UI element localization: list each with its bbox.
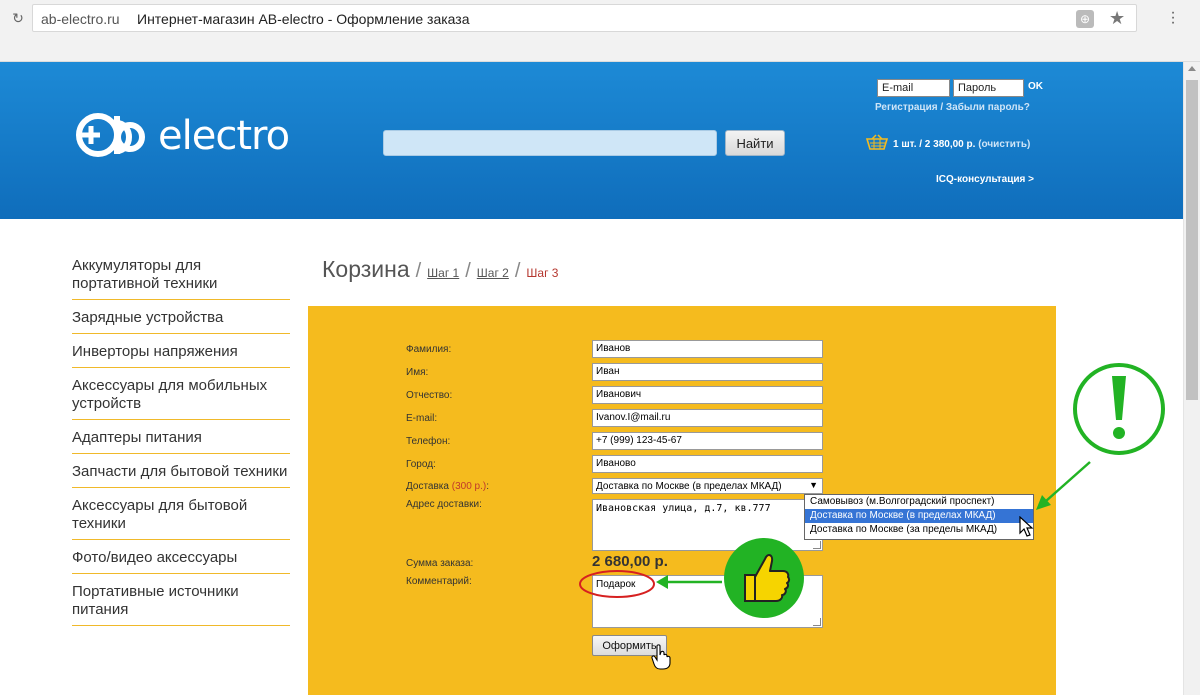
login-email-field[interactable]: [877, 79, 950, 97]
sidebar-item-photo-video[interactable]: Фото/видео аксессуары: [72, 540, 290, 574]
delivery-selected-value: Доставка по Москве (в пределах МКАД): [596, 481, 782, 492]
sidebar-item-power-banks[interactable]: Портативные источники питания: [72, 574, 290, 626]
hand-pointer-icon: [651, 644, 671, 670]
address-label: Адрес доставки:: [406, 499, 482, 510]
phone-label: Телефон:: [406, 436, 451, 447]
order-form: Фамилия: Иванов Имя: Иван Отчество: Иван…: [308, 306, 1056, 695]
bookmark-star-icon[interactable]: ★: [1109, 8, 1125, 29]
sidebar-item-inverters[interactable]: Инверторы напряжения: [72, 334, 290, 368]
basket-icon[interactable]: [866, 134, 888, 150]
sidebar-item-appliance-accessories[interactable]: Аксессуары для бытовой техники: [72, 488, 290, 540]
comment-value: Подарок: [596, 579, 636, 590]
delivery-label: Доставка (300 р.):: [406, 481, 489, 492]
last-name-field[interactable]: Иванов: [592, 340, 823, 358]
phone-field[interactable]: +7 (999) 123-45-67: [592, 432, 823, 450]
breadcrumb: Корзина / Шаг 1/Шаг 2/Шаг 3: [322, 256, 558, 283]
register-link[interactable]: Регистрация: [875, 102, 938, 113]
delivery-label-colon: :: [486, 481, 489, 492]
page-scrollbar[interactable]: [1183, 62, 1200, 695]
dropdown-arrow-icon[interactable]: ▼: [809, 480, 818, 490]
icq-consultation-link[interactable]: ICQ-консультация >: [936, 174, 1034, 185]
breadcrumb-separator: /: [465, 260, 471, 282]
cart-summary: 1 шт. / 2 380,00 р. (очистить): [893, 139, 1030, 150]
cart-heading: Корзина: [322, 256, 410, 282]
delivery-option-inside-mkad[interactable]: Доставка по Москве (в пределах МКАД): [805, 509, 1033, 523]
sidebar-item-appliance-parts[interactable]: Запчасти для бытовой техники: [72, 454, 290, 488]
city-label: Город:: [406, 459, 436, 470]
search-input[interactable]: [383, 130, 717, 156]
total-label: Сумма заказа:: [406, 558, 474, 569]
scroll-up-arrow-icon[interactable]: [1188, 66, 1196, 71]
delivery-option-outside-mkad[interactable]: Доставка по Москве (за пределы МКАД): [805, 523, 1033, 537]
forgot-password-link[interactable]: Забыли пароль?: [946, 102, 1030, 113]
browser-menu-icon[interactable]: · · ·: [1170, 5, 1176, 31]
address-value: Ивановская улица, д.7, кв.777: [596, 503, 771, 514]
sidebar-item-chargers[interactable]: Зарядные устройства: [72, 300, 290, 334]
auth-separator: /: [937, 102, 946, 113]
sidebar-item-power-adapters[interactable]: Адаптеры питания: [72, 420, 290, 454]
delivery-option-pickup[interactable]: Самовывоз (м.Волгоградский проспект): [805, 495, 1033, 509]
sidebar-item-mobile-accessories[interactable]: Аксессуары для мобильных устройств: [72, 368, 290, 420]
first-name-label: Имя:: [406, 367, 429, 378]
thumbs-up-icon: [724, 538, 804, 618]
search-button[interactable]: Найти: [725, 130, 785, 156]
login-ok-button[interactable]: OK: [1028, 81, 1043, 92]
cart-count-total: 1 шт. / 2 380,00 р.: [893, 139, 976, 150]
last-name-label: Фамилия:: [406, 344, 452, 355]
order-total: 2 680,00 р.: [592, 553, 668, 570]
city-field[interactable]: Иваново: [592, 455, 823, 473]
email-field[interactable]: Ivanov.I@mail.ru: [592, 409, 823, 427]
breadcrumb-separator: /: [415, 260, 422, 282]
delivery-select[interactable]: Доставка по Москве (в пределах МКАД) ▼: [592, 478, 823, 494]
url-domain: ab-electro.ru: [41, 11, 120, 27]
site-info-icon[interactable]: ⊕: [1076, 10, 1094, 28]
first-name-field[interactable]: Иван: [592, 363, 823, 381]
comment-label: Комментарий:: [406, 576, 472, 587]
page-title: Интернет-магазин AB-electro - Оформление…: [137, 11, 470, 27]
scroll-thumb[interactable]: [1186, 80, 1198, 400]
login-password-field[interactable]: [953, 79, 1024, 97]
patronymic-label: Отчество:: [406, 390, 453, 401]
mouse-pointer-icon: [1019, 516, 1034, 537]
resize-grip-icon[interactable]: [813, 618, 821, 626]
breadcrumb-separator: /: [514, 260, 521, 282]
step-1-link[interactable]: Шаг 1: [427, 266, 459, 280]
resize-grip-icon[interactable]: [813, 541, 821, 549]
cart-clear-link[interactable]: (очистить): [978, 139, 1030, 150]
logo-text: electro: [158, 113, 290, 159]
sidebar-item-batteries[interactable]: Аккумуляторы для портативной техники: [72, 252, 290, 300]
delivery-options-list[interactable]: Самовывоз (м.Волгоградский проспект) Дос…: [804, 494, 1034, 540]
reload-icon[interactable]: ↻: [8, 8, 28, 28]
step-2-link[interactable]: Шаг 2: [477, 266, 509, 280]
category-sidebar: Аккумуляторы для портативной техники Зар…: [72, 252, 290, 626]
email-label: E-mail:: [406, 413, 438, 424]
patronymic-field[interactable]: Иванович: [592, 386, 823, 404]
logo-ab-mark: [76, 113, 145, 157]
address-bar[interactable]: ab-electro.ru Интернет-магазин AB-electr…: [32, 4, 1137, 32]
delivery-price: (300 р.): [451, 481, 487, 492]
exclamation-circle-icon: [1073, 363, 1165, 455]
site-header: electro Найти OK Регистрация / Забыли па…: [0, 62, 1183, 219]
browser-toolbar: ↻ ab-electro.ru Интернет-магазин AB-elec…: [0, 0, 1200, 62]
delivery-label-text: Доставка: [406, 481, 449, 492]
step-3-current: Шаг 3: [526, 266, 559, 280]
auth-links: Регистрация / Забыли пароль?: [875, 102, 1030, 113]
